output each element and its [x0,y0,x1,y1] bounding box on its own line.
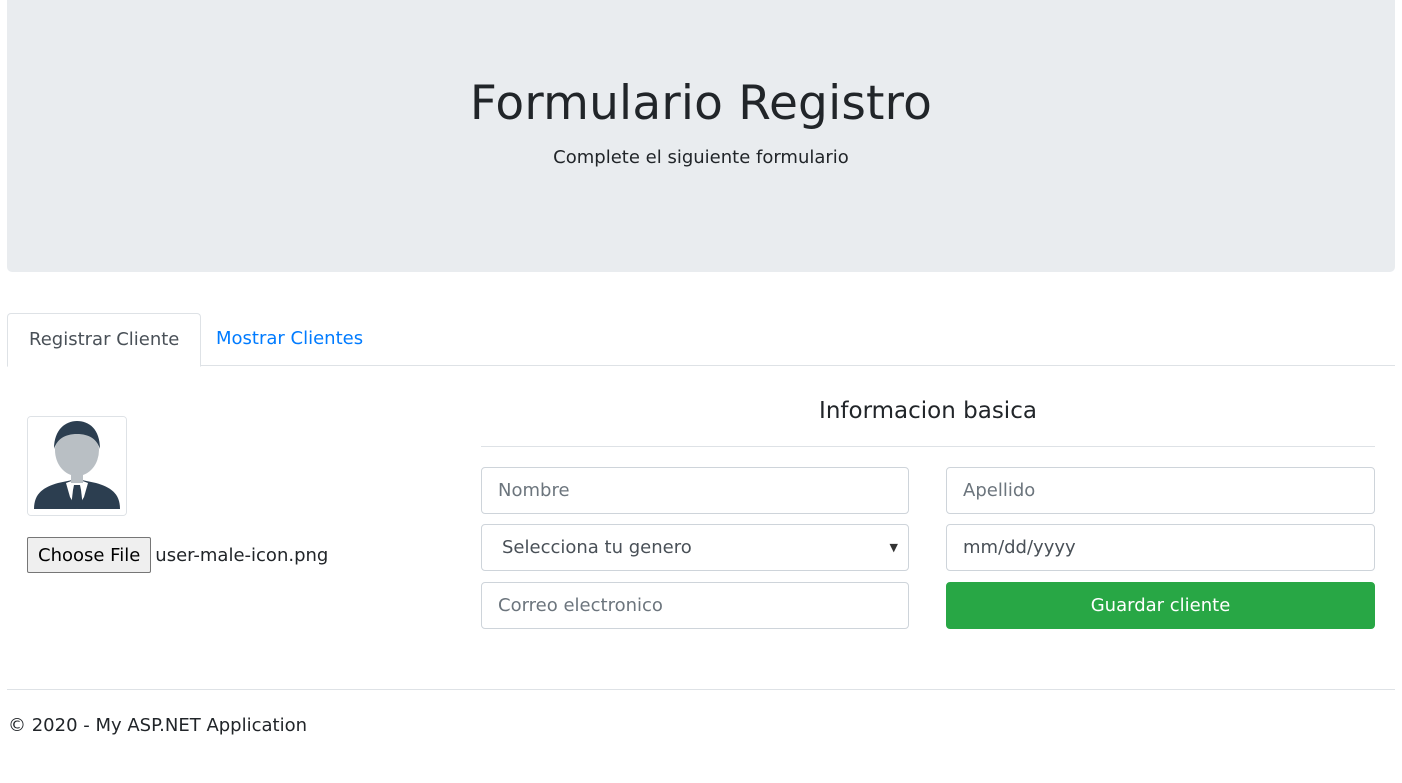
genero-select-value: Selecciona tu genero [502,537,692,558]
guardar-cliente-button[interactable]: Guardar cliente [946,582,1375,629]
footer-copyright: © 2020 - My ASP.NET Application [8,715,308,736]
jumbotron: Formulario Registro Complete el siguient… [7,0,1395,272]
apellido-input[interactable] [946,467,1375,514]
file-upload: Choose File user-male-icon.png [27,537,328,573]
page-container: Formulario Registro Complete el siguient… [7,0,1395,736]
page-title: Formulario Registro [469,76,933,131]
user-male-icon [28,417,126,515]
nombre-input[interactable] [481,467,909,514]
footer-divider [7,689,1395,690]
tab-bar: Registrar Cliente Mostrar Clientes [7,313,1395,367]
tab-mostrar-clientes[interactable]: Mostrar Clientes [195,313,384,365]
fecha-placeholder: mm/dd/yyyy [963,537,1076,558]
genero-select[interactable]: Selecciona tu genero ▼ [481,524,909,571]
chevron-down-icon: ▼ [889,541,898,554]
selected-file-name: user-male-icon.png [155,544,329,566]
correo-input[interactable] [481,582,909,629]
fecha-nacimiento-input[interactable]: mm/dd/yyyy [946,524,1375,571]
section-divider [481,446,1375,447]
section-title: Informacion basica [819,398,1037,424]
choose-file-button[interactable]: Choose File [27,537,152,573]
page-subtitle: Complete el siguiente formulario [553,147,849,168]
avatar-preview [27,416,127,516]
tab-registrar-cliente[interactable]: Registrar Cliente [7,313,202,367]
